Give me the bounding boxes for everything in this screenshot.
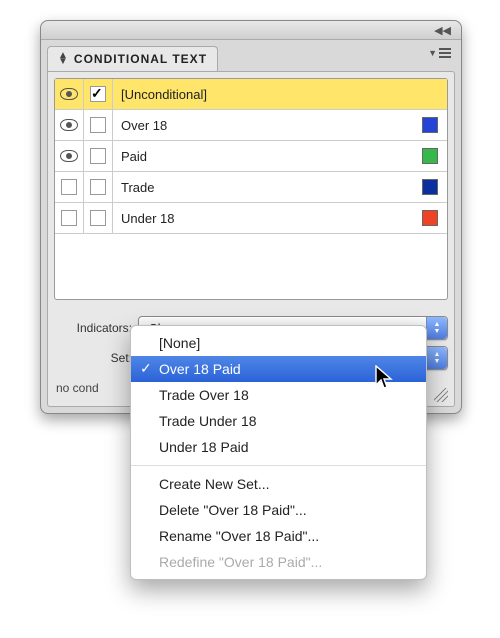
conditions-list: [Unconditional] Over 18 Paid Trade Under 18 xyxy=(54,78,448,300)
check-icon xyxy=(90,86,106,102)
menu-item[interactable]: Over 18 Paid xyxy=(131,356,426,382)
menu-item[interactable]: Trade Under 18 xyxy=(131,408,426,434)
color-swatch xyxy=(422,148,438,164)
eye-icon xyxy=(60,119,78,131)
applied-toggle[interactable] xyxy=(84,172,113,202)
menu-item[interactable]: Delete "Over 18 Paid"... xyxy=(131,497,426,523)
set-dropdown-menu: [None]Over 18 PaidTrade Over 18Trade Und… xyxy=(130,325,427,580)
condition-row[interactable]: Trade xyxy=(55,172,447,203)
condition-label: Under 18 xyxy=(113,211,413,226)
condition-label: [Unconditional] xyxy=(113,87,413,102)
visibility-toggle[interactable] xyxy=(55,141,84,171)
condition-color[interactable] xyxy=(413,179,447,195)
condition-label: Over 18 xyxy=(113,118,413,133)
set-label: Set: xyxy=(54,351,138,365)
empty-box-icon xyxy=(90,179,106,195)
condition-color[interactable] xyxy=(413,210,447,226)
condition-row[interactable]: Over 18 xyxy=(55,110,447,141)
condition-label: Trade xyxy=(113,180,413,195)
empty-box-icon xyxy=(90,210,106,226)
empty-box-icon xyxy=(61,179,77,195)
empty-box-icon xyxy=(90,117,106,133)
eye-icon xyxy=(60,88,78,100)
menu-lines-icon xyxy=(439,48,451,58)
menu-item[interactable]: Under 18 Paid xyxy=(131,434,426,460)
applied-toggle[interactable] xyxy=(84,79,113,109)
color-swatch xyxy=(422,117,438,133)
stepper-icon: ▲▼ xyxy=(426,347,447,369)
applied-toggle[interactable] xyxy=(84,110,113,140)
empty-box-icon xyxy=(61,210,77,226)
panel-title: CONDITIONAL TEXT xyxy=(74,52,207,66)
applied-toggle[interactable] xyxy=(84,203,113,233)
chevron-down-icon: ▼ xyxy=(428,48,437,58)
visibility-toggle[interactable] xyxy=(55,79,84,109)
visibility-toggle[interactable] xyxy=(55,203,84,233)
menu-item[interactable]: Create New Set... xyxy=(131,471,426,497)
color-swatch xyxy=(422,210,438,226)
menu-item[interactable]: [None] xyxy=(131,330,426,356)
condition-color[interactable] xyxy=(413,148,447,164)
menu-item[interactable]: Trade Over 18 xyxy=(131,382,426,408)
menu-separator xyxy=(131,465,426,466)
empty-box-icon xyxy=(90,148,106,164)
condition-row[interactable]: Under 18 xyxy=(55,203,447,234)
tab-bar: ▲▼ CONDITIONAL TEXT ▼ xyxy=(41,40,461,71)
visibility-toggle[interactable] xyxy=(55,110,84,140)
panel-titlebar[interactable]: ◀◀ xyxy=(41,21,461,40)
collapse-icon[interactable]: ◀◀ xyxy=(434,24,451,37)
menu-item[interactable]: Rename "Over 18 Paid"... xyxy=(131,523,426,549)
applied-toggle[interactable] xyxy=(84,141,113,171)
panel-menu-button[interactable]: ▼ xyxy=(428,48,451,58)
menu-item: Redefine "Over 18 Paid"... xyxy=(131,549,426,575)
stepper-icon: ▲▼ xyxy=(426,317,447,339)
tab-conditional-text[interactable]: ▲▼ CONDITIONAL TEXT xyxy=(47,46,218,71)
condition-label: Paid xyxy=(113,149,413,164)
eye-icon xyxy=(60,150,78,162)
color-swatch xyxy=(422,179,438,195)
resize-grip[interactable] xyxy=(434,388,448,402)
condition-row[interactable]: [Unconditional] xyxy=(55,79,447,110)
visibility-toggle[interactable] xyxy=(55,172,84,202)
updown-icon: ▲▼ xyxy=(58,53,68,65)
condition-color[interactable] xyxy=(413,117,447,133)
condition-row[interactable]: Paid xyxy=(55,141,447,172)
indicators-label: Indicators: xyxy=(54,321,138,335)
